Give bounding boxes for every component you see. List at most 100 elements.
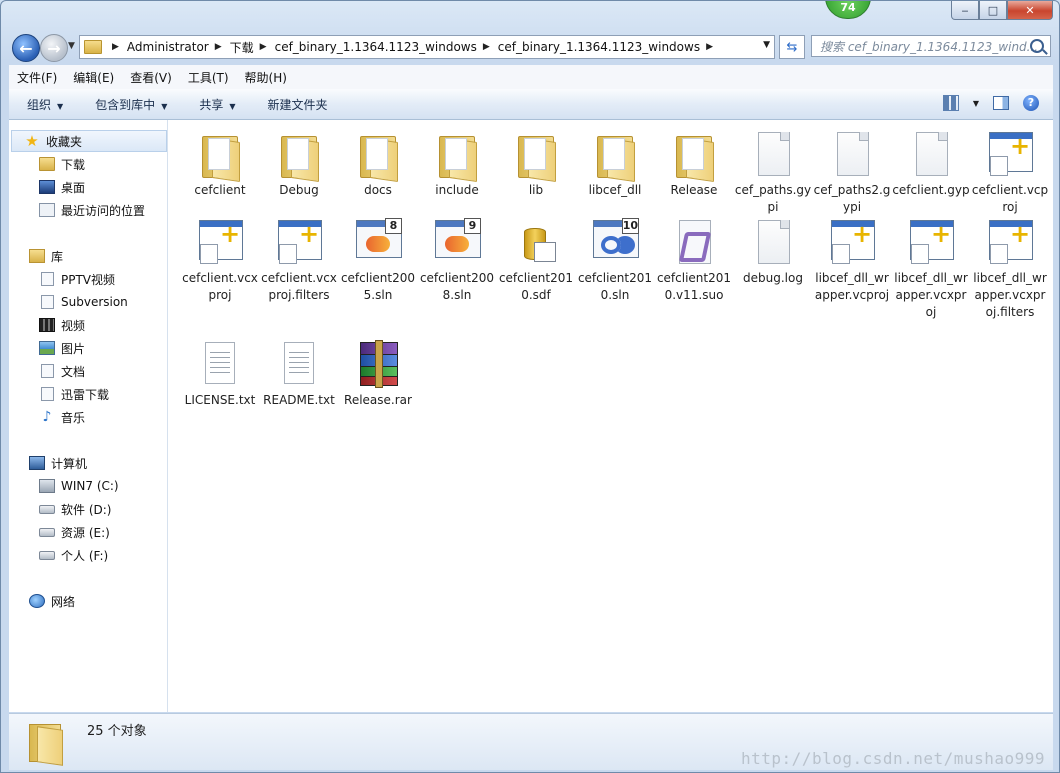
breadcrumb-separator-icon[interactable]: ▶: [483, 42, 490, 52]
recent-pages-dropdown[interactable]: ▼: [68, 41, 75, 51]
file-item[interactable]: LICENSE.txt: [180, 340, 260, 409]
file-item[interactable]: libcef_dll: [575, 130, 655, 199]
file-item[interactable]: libcef_dll_wrapper.vcxproj.filters: [970, 218, 1050, 321]
search-icon[interactable]: [1030, 39, 1044, 53]
menu-bar: 文件(F) 编辑(E) 查看(V) 工具(T) 帮助(H): [9, 65, 1053, 90]
nav-videos[interactable]: 视频: [9, 314, 167, 336]
blank-file-icon: [749, 218, 797, 266]
menu-edit[interactable]: 编辑(E): [65, 69, 122, 86]
command-bar-right: ▼ ?: [942, 95, 1039, 111]
breadcrumb-item[interactable]: 下载: [230, 39, 254, 56]
file-item[interactable]: libcef_dll_wrapper.vcproj: [812, 218, 892, 304]
nav-desktop[interactable]: 桌面: [9, 176, 167, 198]
forward-button[interactable]: →: [40, 34, 68, 62]
nav-network[interactable]: 网络: [9, 590, 167, 612]
minimize-button[interactable]: ‒: [951, 1, 979, 20]
file-item[interactable]: cefclient.vcxproj.filters: [259, 218, 339, 304]
search-input[interactable]: 搜索 cef_binary_1.1364.1123_wind...: [811, 35, 1051, 57]
watermark: http://blog.csdn.net/mushao999: [741, 749, 1045, 768]
file-item[interactable]: cefclient2010.v11.suo: [654, 218, 734, 304]
search-placeholder: 搜索 cef_binary_1.1364.1123_wind...: [820, 39, 1039, 54]
file-item[interactable]: libcef_dll_wrapper.vcxproj: [891, 218, 971, 321]
solution-icon: 9: [433, 218, 481, 266]
breadcrumb-item[interactable]: cef_binary_1.1364.1123_windows: [498, 40, 700, 54]
breadcrumb-item[interactable]: Administrator: [127, 40, 209, 54]
nav-label: 迅雷下载: [61, 387, 110, 402]
nav-music[interactable]: ♪ 音乐: [9, 406, 167, 428]
nav-label: 计算机: [51, 456, 88, 471]
file-item[interactable]: cefclient.gyp: [891, 130, 971, 199]
nav-documents[interactable]: 文档: [9, 360, 167, 382]
breadcrumb-separator-icon[interactable]: ▶: [215, 42, 222, 52]
documents-icon: [41, 364, 54, 378]
preview-pane-icon[interactable]: [993, 96, 1009, 110]
nav-xunlei[interactable]: 迅雷下载: [9, 383, 167, 405]
nav-pptv[interactable]: PPTV视频: [9, 268, 167, 290]
vcxproj-icon: [907, 218, 955, 266]
nav-drive-c[interactable]: WIN7 (C:): [9, 475, 167, 497]
breadcrumb-separator-icon[interactable]: ▶: [112, 42, 119, 52]
file-item[interactable]: 9 cefclient2008.sln: [417, 218, 497, 304]
file-name: cefclient.gyp: [892, 183, 970, 197]
nav-downloads[interactable]: 下载: [9, 153, 167, 175]
breadcrumb-separator-icon[interactable]: ▶: [260, 42, 267, 52]
file-item[interactable]: debug.log: [733, 218, 813, 287]
vcxproj-filters-icon: [986, 218, 1034, 266]
nav-libraries[interactable]: 库: [9, 245, 167, 267]
folder-icon: [84, 40, 102, 54]
folder-icon: [275, 130, 323, 178]
change-view-icon[interactable]: [942, 95, 959, 111]
file-item[interactable]: Release.rar: [338, 340, 418, 409]
file-item[interactable]: include: [417, 130, 497, 199]
file-name: docs: [364, 183, 392, 197]
new-folder-button[interactable]: 新建文件夹: [250, 96, 342, 113]
nav-subversion[interactable]: Subversion: [9, 291, 167, 313]
nav-favorites[interactable]: ★ 收藏夹: [11, 130, 167, 152]
help-icon[interactable]: ?: [1023, 95, 1039, 111]
folder-icon: [433, 130, 481, 178]
file-name: README.txt: [263, 393, 335, 407]
file-name: cefclient2010.sdf: [498, 271, 574, 302]
menu-view[interactable]: 查看(V): [122, 69, 180, 86]
file-item[interactable]: lib: [496, 130, 576, 199]
file-item[interactable]: cefclient.vcproj: [970, 130, 1050, 216]
file-name: libcef_dll_wrapper.vcxproj.filters: [973, 271, 1047, 319]
file-item[interactable]: cefclient2010.sdf: [496, 218, 576, 304]
file-item[interactable]: docs: [338, 130, 418, 199]
include-in-library-button[interactable]: 包含到库中 ▼: [77, 96, 181, 113]
close-button[interactable]: ✕: [1007, 1, 1053, 20]
file-item[interactable]: Release: [654, 130, 734, 199]
file-item[interactable]: 8 cefclient2005.sln: [338, 218, 418, 304]
back-button[interactable]: ←: [12, 34, 40, 62]
menu-file[interactable]: 文件(F): [9, 69, 65, 86]
nav-drive-e[interactable]: 资源 (E:): [9, 521, 167, 543]
caption-buttons: ‒ □ ✕: [951, 1, 1053, 20]
maximize-button[interactable]: □: [979, 1, 1007, 20]
view-options-dropdown-icon[interactable]: ▼: [973, 99, 979, 108]
address-history-dropdown[interactable]: ▼: [763, 40, 770, 50]
nav-label: 下载: [61, 157, 86, 172]
nav-recent[interactable]: 最近访问的位置: [9, 199, 167, 221]
nav-computer[interactable]: 计算机: [9, 452, 167, 474]
nav-pictures[interactable]: 图片: [9, 337, 167, 359]
nav-drive-f[interactable]: 个人 (F:): [9, 544, 167, 566]
file-item[interactable]: Debug: [259, 130, 339, 199]
file-item[interactable]: cef_paths2.gypi: [812, 130, 892, 216]
breadcrumb-item[interactable]: cef_binary_1.1364.1123_windows: [275, 40, 477, 54]
share-button[interactable]: 共享 ▼: [181, 96, 249, 113]
refresh-button[interactable]: ⇆: [779, 35, 805, 59]
file-name: cefclient: [194, 183, 246, 197]
organize-button[interactable]: 组织 ▼: [9, 96, 77, 113]
file-item[interactable]: cefclient: [180, 130, 260, 199]
address-bar[interactable]: ▶ Administrator ▶ 下载 ▶ cef_binary_1.1364…: [79, 35, 775, 59]
file-item[interactable]: README.txt: [259, 340, 339, 409]
hard-drive-icon: [39, 527, 55, 537]
nav-drive-d[interactable]: 软件 (D:): [9, 498, 167, 520]
menu-tools[interactable]: 工具(T): [180, 69, 237, 86]
file-item[interactable]: 10 cefclient2010.sln: [575, 218, 655, 304]
file-item[interactable]: cefclient.vcxproj: [180, 218, 260, 304]
blank-file-icon: [907, 130, 955, 178]
breadcrumb-separator-icon[interactable]: ▶: [706, 42, 713, 52]
menu-help[interactable]: 帮助(H): [237, 69, 295, 86]
file-item[interactable]: cef_paths.gypi: [733, 130, 813, 216]
